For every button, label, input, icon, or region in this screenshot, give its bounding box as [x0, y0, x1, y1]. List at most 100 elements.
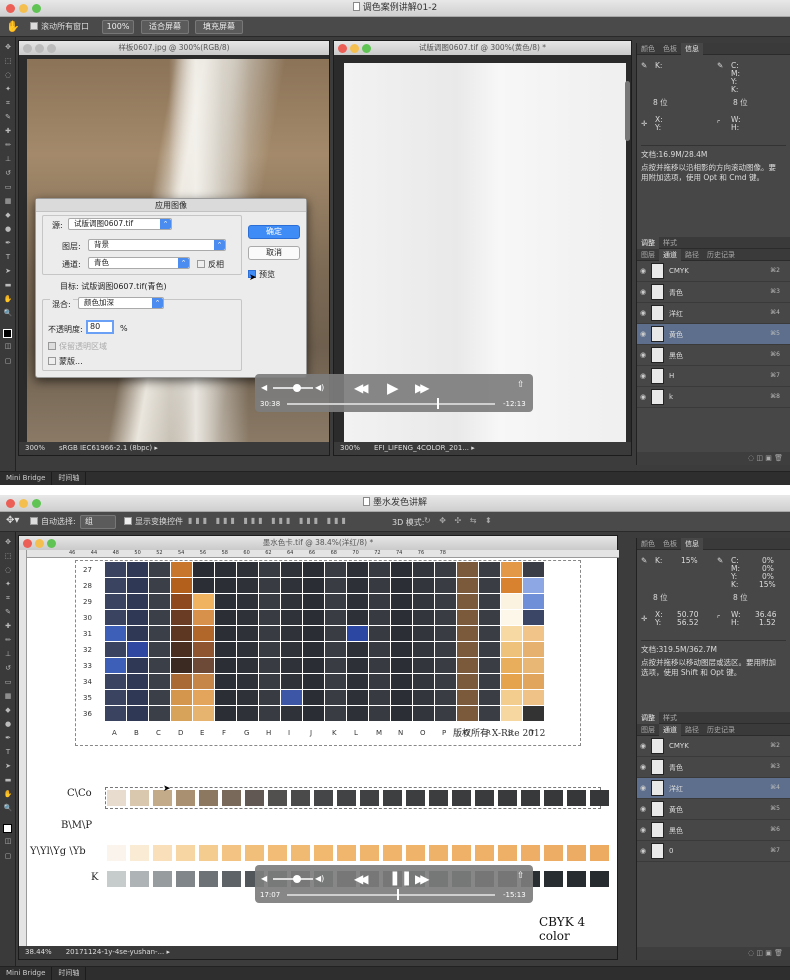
source-select[interactable]: 试版调图0607.tif ⌃ — [68, 218, 172, 230]
tab-layers[interactable]: 图层 — [637, 724, 659, 736]
eye-icon[interactable]: ◉ — [640, 805, 648, 813]
zoom-app-icon[interactable] — [32, 4, 41, 13]
magic-wand-icon[interactable]: ✦ — [3, 85, 13, 94]
file-name[interactable]: 20171124-1y-4se-yushan-... — [66, 948, 165, 956]
marquee-tool-icon[interactable]: ⬚ — [3, 552, 13, 561]
minimize-window-icon[interactable] — [35, 539, 44, 548]
align-icons[interactable]: ▮▮▮ ▮▮▮ ▮▮▮ ▮▮▮ ▮▮▮ ▮▮▮ — [188, 516, 349, 525]
show-transform-checkbox[interactable]: 显示变换控件 — [124, 516, 183, 527]
zoom-window-icon[interactable] — [362, 44, 371, 53]
checkbox-icon[interactable] — [30, 517, 38, 525]
preserve-transparency-checkbox[interactable]: 保留透明区域 — [48, 341, 107, 352]
quick-mask-icon[interactable]: ◫ — [3, 837, 13, 846]
type-tool-icon[interactable]: T — [3, 748, 13, 757]
shape-tool-icon[interactable]: ▬ — [3, 281, 13, 290]
channel-row[interactable]: ◉ CMYK ⌘2 — [637, 736, 790, 757]
fill-screen-button[interactable]: 填充屏幕 — [195, 20, 243, 34]
tab-paths[interactable]: 路径 — [681, 249, 703, 261]
load-selection-icon[interactable]: ◌ — [748, 949, 754, 957]
3d-icons[interactable]: ↻ ✥ ✣ ⇆ ⬍ — [424, 516, 495, 525]
document-tab[interactable]: 墨水色卡.tif @ 38.4%(洋红/8) * — [19, 536, 617, 550]
dodge-tool-icon[interactable]: ● — [3, 225, 13, 234]
zoom-100-button[interactable]: 100% — [102, 20, 134, 34]
tab-adjustments[interactable]: 调整 — [637, 237, 659, 249]
eyedropper-icon[interactable]: ✎ — [3, 113, 13, 122]
crop-tool-icon[interactable]: ⌗ — [3, 99, 13, 108]
tab-mini-bridge[interactable]: Mini Bridge — [0, 967, 53, 980]
load-selection-icon[interactable]: ◌ — [748, 454, 754, 462]
share-icon[interactable]: ⇧ — [517, 871, 525, 881]
fit-screen-button[interactable]: 适合屏幕 — [141, 20, 189, 34]
minimize-app-icon[interactable] — [19, 4, 28, 13]
checkbox-icon[interactable] — [197, 260, 205, 268]
tab-color[interactable]: 颜色 — [637, 43, 659, 55]
auto-select-dropdown[interactable]: 组 — [80, 515, 116, 529]
hand-tool-icon[interactable]: ✋ — [3, 790, 13, 799]
pause-icon[interactable]: ❚❚ — [389, 870, 412, 886]
color-profile[interactable]: sRGB IEC61966-2.1 (8bpc) — [59, 444, 152, 452]
hand-tool-icon[interactable]: ✋ — [3, 295, 13, 304]
checkbox-icon[interactable] — [48, 342, 56, 350]
volume-high-icon[interactable]: ◀) — [315, 383, 324, 392]
brush-tool-icon[interactable]: ✏ — [3, 636, 13, 645]
tab-history[interactable]: 历史记录 — [703, 249, 739, 261]
tab-styles[interactable]: 样式 — [659, 712, 681, 724]
close-window-icon[interactable] — [23, 539, 32, 548]
progress-handle[interactable] — [397, 889, 400, 900]
tab-adjustments[interactable]: 调整 — [637, 712, 659, 724]
checkbox-icon[interactable] — [48, 357, 56, 365]
healing-brush-icon[interactable]: ✚ — [3, 622, 13, 631]
lasso-tool-icon[interactable]: ◌ — [3, 566, 13, 575]
cancel-button[interactable]: 取消 — [248, 246, 300, 260]
channel-row[interactable]: ◉ CMYK ⌘2 — [637, 261, 790, 282]
rewind-icon[interactable]: ◀◀ — [354, 381, 369, 395]
volume-knob[interactable] — [293, 384, 301, 392]
dodge-tool-icon[interactable]: ● — [3, 720, 13, 729]
marquee-tool-icon[interactable]: ⬚ — [3, 57, 13, 66]
shape-tool-icon[interactable]: ▬ — [3, 776, 13, 785]
type-tool-icon[interactable]: T — [3, 253, 13, 262]
share-icon[interactable]: ⇧ — [517, 380, 525, 390]
history-brush-icon[interactable]: ↺ — [3, 169, 13, 178]
eye-icon[interactable]: ◉ — [640, 763, 648, 771]
layer-select[interactable]: 背景 ⌃ — [88, 239, 226, 251]
tab-channels[interactable]: 通道 — [659, 724, 681, 736]
horizontal-ruler[interactable]: 46 44 48 50 52 54 56 58 60 62 64 66 68 70 72 74 76 78 — [27, 550, 619, 558]
healing-brush-icon[interactable]: ✚ — [3, 127, 13, 136]
eye-icon[interactable]: ◉ — [640, 372, 648, 380]
eye-icon[interactable]: ◉ — [640, 288, 648, 296]
fast-forward-icon[interactable]: ▶▶ — [415, 381, 430, 395]
scroll-all-checkbox[interactable]: ✓ 滚动所有窗口 — [30, 21, 89, 32]
tab-info[interactable]: 信息 — [681, 538, 703, 550]
blend-mode-select[interactable]: 颜色加深 ⌃ — [78, 297, 164, 309]
close-window-icon[interactable] — [23, 44, 32, 53]
pen-tool-icon[interactable]: ✒ — [3, 734, 13, 743]
tab-timeline[interactable]: 时间轴 — [52, 967, 87, 980]
tab-styles[interactable]: 样式 — [659, 237, 681, 249]
tab-color[interactable]: 颜色 — [637, 538, 659, 550]
zoom-level[interactable]: 38.44% — [25, 948, 52, 956]
channel-row[interactable]: ◉ H ⌘7 — [637, 366, 790, 387]
checkbox-icon[interactable]: ✓ — [30, 22, 38, 32]
play-icon[interactable]: ▶ — [387, 379, 399, 397]
lasso-tool-icon[interactable]: ◌ — [3, 71, 13, 80]
eraser-tool-icon[interactable]: ▭ — [3, 678, 13, 687]
move-tool-icon[interactable]: ✥ — [3, 43, 13, 52]
gradient-tool-icon[interactable]: ▦ — [3, 692, 13, 701]
document-tab[interactable]: 试版调图0607.tif @ 300%(黄色/8) * — [334, 41, 631, 55]
zoom-level[interactable]: 300% — [25, 444, 45, 452]
volume-knob[interactable] — [293, 875, 301, 883]
minimize-app-icon[interactable] — [19, 499, 28, 508]
crop-tool-icon[interactable]: ⌗ — [3, 594, 13, 603]
zoom-tool-icon[interactable]: 🔍 — [3, 804, 13, 813]
eraser-tool-icon[interactable]: ▭ — [3, 183, 13, 192]
progress-track[interactable] — [287, 403, 495, 405]
channel-row[interactable]: ◉ 青色 ⌘3 — [637, 757, 790, 778]
tab-swatches[interactable]: 色板 — [659, 43, 681, 55]
eye-icon[interactable]: ◉ — [640, 847, 648, 855]
zoom-level[interactable]: 300% — [340, 444, 360, 452]
tab-mini-bridge[interactable]: Mini Bridge — [0, 472, 53, 485]
minimize-window-icon[interactable] — [35, 44, 44, 53]
vertical-ruler[interactable] — [19, 550, 27, 948]
tab-swatches[interactable]: 色板 — [659, 538, 681, 550]
